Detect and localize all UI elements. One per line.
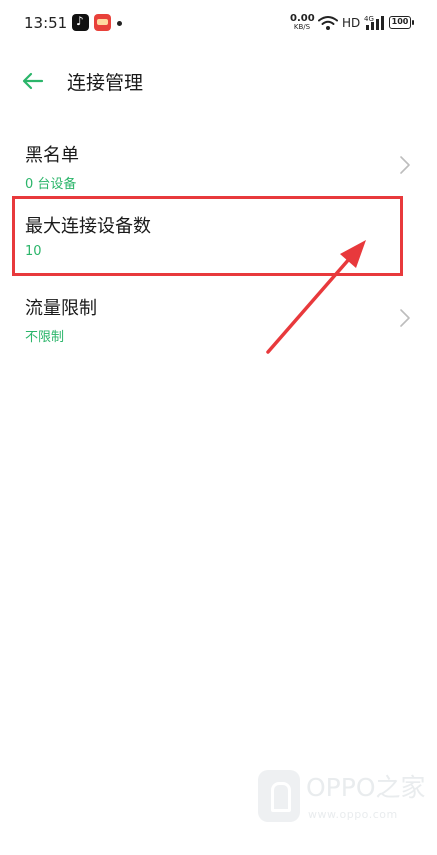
page-title: 连接管理 [67, 72, 144, 94]
more-notifications-dot-icon [117, 21, 122, 26]
watermark-url: www.oppo.com [308, 808, 398, 821]
oppo-logo-icon [258, 770, 300, 822]
list-item-subtitle: 不限制 [25, 330, 65, 345]
signal-label: 4G [364, 15, 374, 23]
tiktok-notification-icon [72, 14, 89, 31]
network-speed-value: 0.00 [290, 13, 315, 24]
header: 连接管理 [0, 56, 437, 106]
watermark-brand: OPPO之家 [306, 773, 426, 802]
list-item-blacklist[interactable]: 黑名单 0 台设备 [0, 127, 437, 207]
list-item-title: 最大连接设备数 [25, 216, 151, 237]
network-speed: 0.00 KB/S [290, 13, 315, 32]
arrow-left-icon [22, 72, 44, 90]
watermark: OPPO之家 www.oppo.com [258, 764, 428, 838]
chevron-right-icon [400, 309, 410, 327]
list-item-title: 黑名单 [25, 145, 79, 166]
chevron-right-icon [400, 156, 410, 174]
hd-indicator: HD [342, 16, 361, 30]
network-speed-unit: KB/S [293, 23, 311, 31]
list-item-subtitle: 0 台设备 [25, 177, 77, 192]
signal-icon: 4G [364, 15, 384, 30]
list-item-title: 流量限制 [25, 298, 97, 319]
list-item-subtitle: 10 [25, 244, 42, 259]
status-bar: 13:51 0.00 KB/S HD 4G 100 [0, 0, 437, 48]
battery-icon: 100 [389, 16, 414, 29]
list-item-traffic-limit[interactable]: 流量限制 不限制 [0, 280, 437, 360]
list-item-max-connections[interactable]: 最大连接设备数 10 [0, 198, 437, 278]
app-notification-icon [94, 14, 111, 31]
status-time: 13:51 [24, 14, 68, 32]
back-button[interactable] [18, 66, 48, 96]
wifi-icon [318, 16, 338, 30]
